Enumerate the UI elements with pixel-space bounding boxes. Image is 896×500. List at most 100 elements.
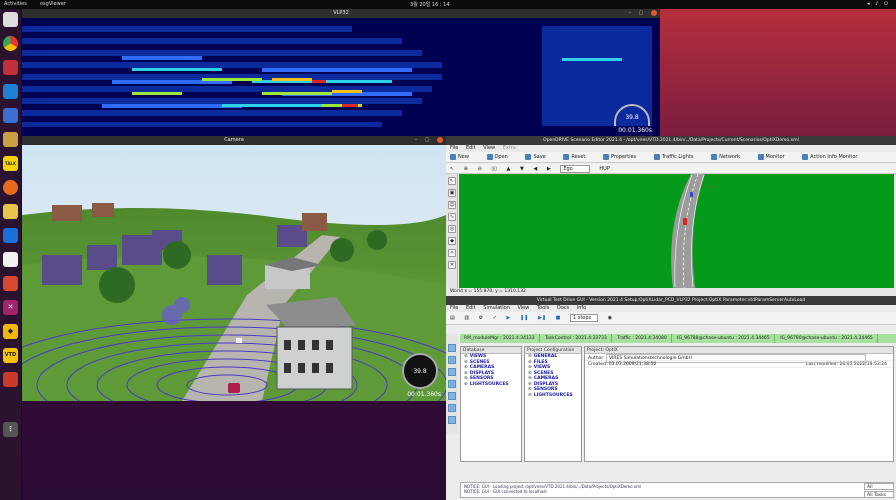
side-tool-icon[interactable] xyxy=(448,416,456,424)
side-tool-icon[interactable] xyxy=(448,404,456,412)
menu-view[interactable]: View xyxy=(517,305,529,311)
menu-edit[interactable]: Edit xyxy=(466,145,476,151)
reset-button[interactable]: Reset xyxy=(563,153,593,160)
scenario-editor-title-bar[interactable]: OpenDRIVE Scenario Editor 2021.4 - /opt/… xyxy=(446,136,896,145)
menu-view[interactable]: View xyxy=(483,145,495,151)
terminal-icon[interactable] xyxy=(3,60,18,75)
menu-info[interactable]: Info xyxy=(577,305,586,311)
firefox-icon[interactable] xyxy=(3,180,18,195)
ego-select[interactable]: Ego xyxy=(560,165,590,173)
trigger-tool-icon[interactable]: ◎ xyxy=(448,225,456,233)
tab-module[interactable]: IG_96788@chase-ubuntu : 2021.4.34465 xyxy=(673,334,775,343)
arrow-up-icon[interactable]: ▲ xyxy=(507,166,511,172)
project-config-panel[interactable]: Project Configuration GENERAL FILES VIEW… xyxy=(524,346,582,462)
tab-module[interactable]: IG_96780@chase-ubuntu : 2021.4.34465 xyxy=(776,334,878,343)
side-tool-icon[interactable] xyxy=(448,344,456,352)
config-icon[interactable]: ⚙ xyxy=(479,315,483,321)
side-tool-icon[interactable] xyxy=(448,368,456,376)
grid-icon[interactable]: ⋮ xyxy=(3,422,18,437)
warning-icon[interactable]: ◆ xyxy=(3,324,18,339)
play-button[interactable]: ▶ xyxy=(507,315,511,321)
traffic-lights-button[interactable]: Traffic Lights xyxy=(653,153,702,160)
save-button[interactable]: Save xyxy=(525,153,553,160)
action-info-monitor-button[interactable]: Action Info Monitor xyxy=(802,153,865,160)
scenario-map-view[interactable]: • xyxy=(459,174,894,288)
zoom-out-icon[interactable]: ⊖ xyxy=(478,166,482,172)
menu-edit[interactable]: Edit xyxy=(466,305,476,311)
menu-docs[interactable]: Docs xyxy=(557,305,569,311)
vtd-gui-window[interactable]: Virtual Test Drive GUI - Version 2021.4 … xyxy=(446,296,896,500)
system-tray-icons[interactable]: ◂ ♪ ⏻ xyxy=(867,1,890,7)
scenario-editor-window[interactable]: OpenDRIVE Scenario Editor 2021.4 - /opt/… xyxy=(446,136,896,296)
vtd-icon[interactable]: VTD xyxy=(3,348,18,363)
open-project-icon[interactable]: ▤ xyxy=(450,315,455,321)
fit-icon[interactable]: ▯▯ xyxy=(491,166,497,172)
action-tool-icon[interactable]: ◆ xyxy=(448,237,456,245)
app-menu[interactable]: osgViewer xyxy=(40,1,66,7)
activities-button[interactable]: Activities xyxy=(4,1,27,7)
side-tool-icon[interactable] xyxy=(448,392,456,400)
arrow-right-icon[interactable]: ▶ xyxy=(547,166,551,172)
network-button[interactable]: Network xyxy=(711,153,748,160)
filter-tasks-select[interactable]: All Tasks xyxy=(864,491,894,498)
filter-all-select[interactable]: All xyxy=(864,483,894,490)
tab-module[interactable]: Traffic : 2021.4.34080 xyxy=(613,334,672,343)
arrow-down-icon[interactable]: ▼ xyxy=(520,166,524,172)
monitor-button[interactable]: Monitor xyxy=(757,153,793,160)
menu-extra[interactable]: Extra xyxy=(503,145,516,151)
vscode-icon[interactable] xyxy=(3,84,18,99)
select-tool-icon[interactable]: ↖ xyxy=(448,177,456,185)
route-tool-icon[interactable]: ✧ xyxy=(448,249,456,257)
x-icon[interactable]: ✕ xyxy=(3,300,18,315)
steps-spinner[interactable]: 1 steps xyxy=(569,314,599,322)
chrome-icon[interactable] xyxy=(3,36,18,51)
properties-button[interactable]: Properties xyxy=(602,153,644,160)
tab-module[interactable]: TaskControl : 2021.4.33733 xyxy=(541,334,612,343)
vehicle-tool-icon[interactable]: ▣ xyxy=(448,189,456,197)
side-tool-icon[interactable] xyxy=(448,356,456,364)
side-tool-icon[interactable] xyxy=(448,380,456,388)
pause-button[interactable]: ❚❚ xyxy=(520,315,528,321)
slides-icon[interactable] xyxy=(3,276,18,291)
camera-title-bar[interactable]: Camera – ▢ xyxy=(22,136,446,145)
tree-item[interactable]: LIGHTSOURCES xyxy=(525,393,581,399)
editor-icon[interactable] xyxy=(3,108,18,123)
open-button[interactable]: Open xyxy=(486,153,516,160)
close-icon[interactable] xyxy=(437,136,443,143)
zoom-in-icon[interactable]: ⊕ xyxy=(464,166,468,172)
files-icon[interactable] xyxy=(3,12,18,27)
window-controls[interactable]: – ▢ xyxy=(415,136,443,145)
vlp32-title-bar[interactable]: VLP32 – ▢ xyxy=(22,9,660,18)
archive-icon[interactable] xyxy=(3,132,18,147)
window-controls[interactable]: – ▢ xyxy=(629,9,657,18)
camera-window[interactable]: Camera – ▢ 39.8 00:01.360s xyxy=(22,136,446,401)
stop-button[interactable]: ■ xyxy=(556,315,561,321)
clock[interactable]: 3월 20일 16 : 14 xyxy=(410,1,450,8)
tree-item[interactable]: LIGHTSOURCES xyxy=(461,382,521,388)
app-icon[interactable] xyxy=(3,204,18,219)
new-button[interactable]: New xyxy=(450,153,477,160)
tab-module[interactable]: RM_moduleMgr : 2021.4.34133 xyxy=(460,334,540,343)
document-icon[interactable] xyxy=(3,252,18,267)
save-project-icon[interactable]: ▥ xyxy=(464,315,469,321)
record-icon[interactable]: ◉ xyxy=(608,315,612,321)
arrow-left-icon[interactable]: ◀ xyxy=(533,166,537,172)
vtd-gui-title-bar[interactable]: Virtual Test Drive GUI - Version 2021.4 … xyxy=(446,296,896,305)
wireshark-icon[interactable] xyxy=(3,228,18,243)
pedestrian-tool-icon[interactable]: ☺ xyxy=(448,201,456,209)
menu-file[interactable]: File xyxy=(450,145,458,151)
talk-icon[interactable]: TALK xyxy=(3,156,18,171)
pointer-tool-icon[interactable]: ↖ xyxy=(450,166,454,172)
close-icon[interactable] xyxy=(651,9,657,16)
trash-icon[interactable] xyxy=(3,372,18,387)
path-tool-icon[interactable]: ∿ xyxy=(448,213,456,221)
menu-file[interactable]: File xyxy=(450,305,458,311)
menu-simulation[interactable]: Simulation xyxy=(483,305,510,311)
vlp32-window[interactable]: VLP32 – ▢ 39.8 00:01.360s xyxy=(22,9,660,136)
menu-tools[interactable]: Tools xyxy=(537,305,549,311)
hup-button[interactable]: HUP xyxy=(599,166,609,172)
delete-tool-icon[interactable]: ✕ xyxy=(448,261,456,269)
apply-icon[interactable]: ✓ xyxy=(493,315,497,321)
step-button[interactable]: ▶❚ xyxy=(538,315,546,321)
database-panel[interactable]: Database VIEWS SCENES CAMERAS DISPLAYS S… xyxy=(460,346,522,462)
